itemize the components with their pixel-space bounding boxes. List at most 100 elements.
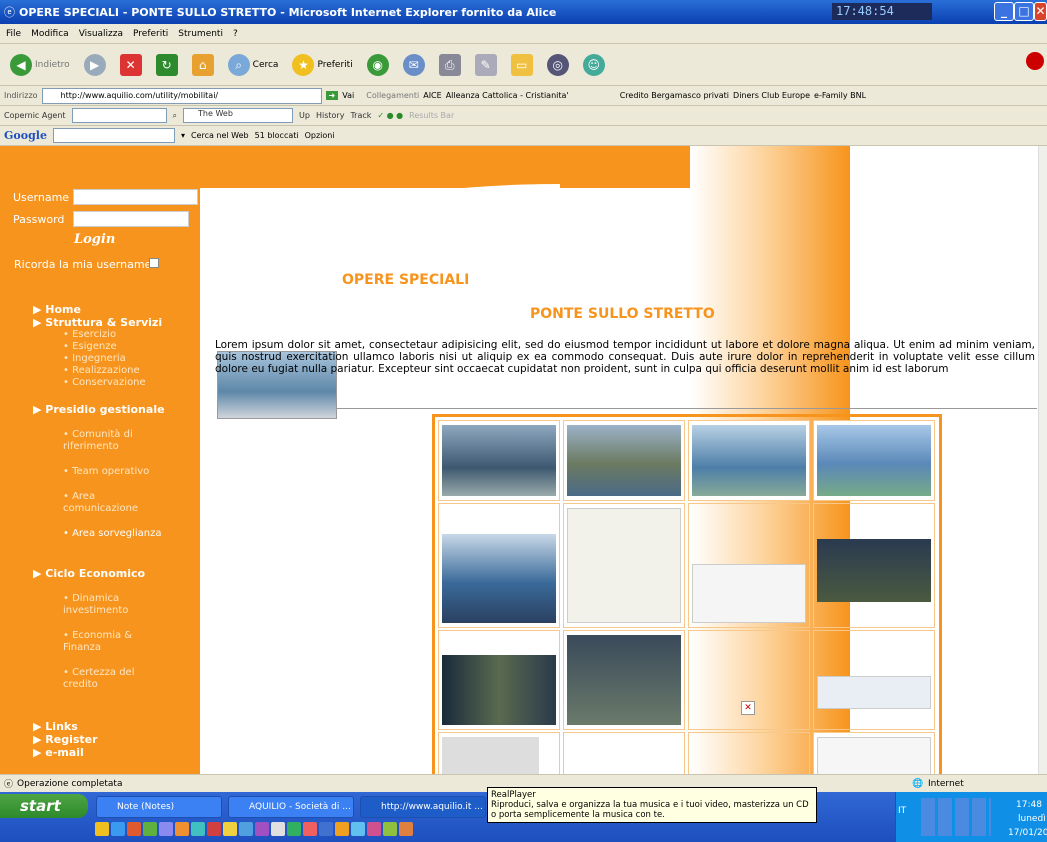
username-input[interactable] (73, 189, 198, 205)
minimize-button[interactable]: _ (994, 2, 1014, 21)
app-icon[interactable] (367, 822, 381, 836)
gallery-item[interactable] (563, 420, 685, 501)
app-icon[interactable] (159, 822, 173, 836)
task-aquilio[interactable]: AQUILIO - Società di ... (228, 796, 354, 818)
app-icon[interactable] (111, 822, 125, 836)
nav-team[interactable]: • Team operativo (63, 466, 203, 478)
app-icon[interactable] (399, 822, 413, 836)
gallery-item[interactable]: ✕ (688, 630, 810, 730)
vertical-scrollbar[interactable] (1038, 146, 1047, 774)
nav-dinamica[interactable]: • Dinamica investimento (63, 593, 203, 617)
messenger-button[interactable]: ☺ (579, 50, 609, 80)
nav-email[interactable]: ▶ e-mail (33, 746, 203, 759)
link-aice[interactable]: AICE (423, 91, 441, 100)
app-icon[interactable] (351, 822, 365, 836)
copernic-search-input[interactable] (71, 108, 167, 123)
stop-button[interactable]: ✕ (116, 50, 146, 80)
history-button[interactable]: History (316, 111, 344, 120)
url-input[interactable]: http://www.aquilio.com/utility/mobilitai… (41, 87, 322, 104)
menu-visualizza[interactable]: Visualizza (79, 29, 123, 39)
app-icon[interactable] (207, 822, 221, 836)
app-icon[interactable] (191, 822, 205, 836)
gallery-item[interactable] (688, 503, 810, 628)
nav-esigenze[interactable]: • Esigenze (63, 341, 203, 353)
engine-select[interactable]: The Web (183, 108, 294, 123)
app-icon[interactable] (175, 822, 189, 836)
gallery-item[interactable] (813, 732, 935, 774)
gallery-item[interactable] (813, 630, 935, 730)
login-button[interactable]: Login (74, 232, 115, 247)
menu-preferiti[interactable]: Preferiti (133, 29, 168, 39)
google-search-input[interactable] (52, 128, 175, 143)
go-arrow-icon[interactable]: ➜ (325, 91, 339, 100)
gallery-item[interactable] (813, 420, 935, 501)
gallery-item[interactable] (438, 630, 560, 730)
gallery-item[interactable] (438, 732, 560, 774)
menu-modifica[interactable]: Modifica (31, 29, 69, 39)
start-button[interactable]: start (0, 794, 88, 818)
options-button[interactable]: Opzioni (305, 131, 335, 140)
track-button[interactable]: Track (350, 111, 371, 120)
app-icon[interactable] (223, 822, 237, 836)
app-icon[interactable] (143, 822, 157, 836)
app-icon[interactable] (303, 822, 317, 836)
nav-area-sorveglianza[interactable]: • Area sorveglianza (63, 528, 203, 540)
app-icon[interactable] (287, 822, 301, 836)
nav-esercizio[interactable]: • Esercizio (63, 329, 203, 341)
gallery-item[interactable] (563, 503, 685, 628)
dropdown-arrow-icon[interactable]: ▾ (181, 131, 185, 140)
up-button[interactable]: Up (299, 111, 310, 120)
search-button[interactable]: ⌕ Cerca (224, 50, 283, 80)
menu-help[interactable]: ? (233, 29, 238, 39)
app-icon[interactable] (255, 822, 269, 836)
app-icon[interactable] (95, 822, 109, 836)
go-button[interactable]: Vai (342, 91, 354, 100)
language-indicator[interactable]: IT (898, 806, 906, 816)
gallery-item[interactable] (813, 503, 935, 628)
tray-icons[interactable] (921, 798, 991, 836)
gallery-item[interactable] (563, 732, 685, 774)
app-icon[interactable] (239, 822, 253, 836)
app-icon[interactable] (127, 822, 141, 836)
maximize-button[interactable]: □ (1014, 2, 1034, 21)
nav-economia[interactable]: • Economia & Finanza (63, 630, 203, 654)
app-icon[interactable] (383, 822, 397, 836)
nav-arrows-icon[interactable]: ✓ ● ● (377, 111, 403, 120)
menu-file[interactable]: File (6, 29, 21, 39)
link-alleanza[interactable]: Alleanza Cattolica - Cristianita' (446, 91, 616, 100)
nav-realizzazione[interactable]: • Realizzazione (63, 365, 203, 377)
nav-ingegneria[interactable]: • Ingegneria (63, 353, 203, 365)
popup-blocked-button[interactable]: 51 bloccati (255, 131, 299, 140)
google-logo[interactable]: Google (4, 129, 47, 142)
gallery-item[interactable] (563, 630, 685, 730)
nav-struttura[interactable]: ▶ Struttura & Servizi (33, 316, 203, 329)
refresh-button[interactable]: ↻ (152, 50, 182, 80)
task-notes[interactable]: Note (Notes) (96, 796, 222, 818)
search-icon[interactable]: ⌕ (173, 111, 177, 121)
home-button[interactable]: ⌂ (188, 50, 218, 80)
tray-time[interactable]: 17:48 (1016, 800, 1042, 810)
nav-ciclo[interactable]: ▶ Ciclo Economico (33, 567, 203, 580)
remember-checkbox[interactable] (149, 258, 159, 268)
edit-button[interactable]: ✎ (471, 50, 501, 80)
results-bar-button[interactable]: Results Bar (409, 111, 454, 120)
nav-home[interactable]: ▶ Home (33, 303, 203, 316)
link-efamily[interactable]: e-Family BNL (814, 91, 866, 100)
gallery-item[interactable] (438, 503, 560, 628)
nav-comunita[interactable]: • Comunità di riferimento (63, 429, 203, 453)
mail-button[interactable]: ✉ (399, 50, 429, 80)
search-web-button[interactable]: Cerca nel Web (191, 131, 249, 140)
close-button[interactable]: ✕ (1034, 2, 1047, 21)
link-credito[interactable]: Credito Bergamasco privati (620, 91, 729, 100)
folder-button[interactable]: ▭ (507, 50, 537, 80)
gallery-item[interactable] (688, 420, 810, 501)
favorites-button[interactable]: ★ Preferiti (288, 50, 356, 80)
discuss-button[interactable]: ◎ (543, 50, 573, 80)
app-icon[interactable] (271, 822, 285, 836)
forward-button[interactable]: ▶ (80, 50, 110, 80)
app-icon[interactable] (335, 822, 349, 836)
back-button[interactable]: ◀ Indietro (6, 50, 74, 80)
nav-conservazione[interactable]: • Conservazione (63, 377, 203, 389)
media-button[interactable]: ◉ (363, 50, 393, 80)
app-icon[interactable] (319, 822, 333, 836)
